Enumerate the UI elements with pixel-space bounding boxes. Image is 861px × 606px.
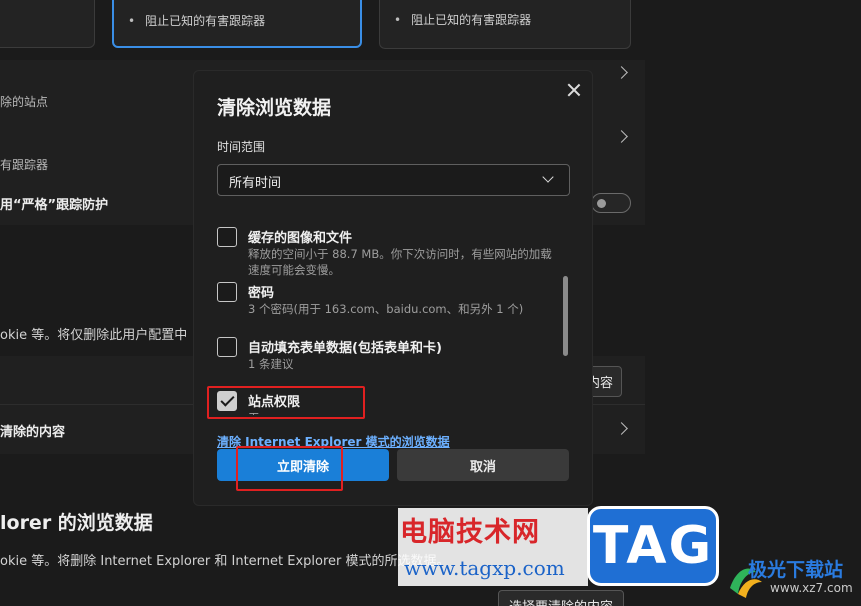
strict-protection-toggle[interactable] xyxy=(591,193,631,213)
tracking-card-text: 阻止已知的有害跟踪器 xyxy=(394,11,531,28)
option-title: 自动填充表单数据(包括表单和卡) xyxy=(248,341,442,356)
ie-section-title: lorer 的浏览数据 xyxy=(0,512,153,534)
watermark-aurora-url: www.xz7.com xyxy=(770,581,853,595)
time-range-value: 所有时间 xyxy=(229,176,282,191)
highlight-site-permissions xyxy=(207,386,365,419)
checkbox-passwords[interactable] xyxy=(217,282,237,302)
option-description: 3 个密码(用于 163.com、baidu.com、和另外 1 个) xyxy=(248,302,524,316)
option-title: 缓存的图像和文件 xyxy=(248,231,353,246)
option-description: 1 条建议 xyxy=(248,357,294,371)
cancel-label: 取消 xyxy=(469,459,496,475)
strict-protection-text: 用“严格”跟踪防护 xyxy=(0,198,109,213)
checkbox-cached-images[interactable] xyxy=(217,227,237,247)
watermark-site-name: 电脑技术网 xyxy=(400,517,540,548)
tag-logo: TAG xyxy=(587,506,719,586)
blocked-sites-text: 除的站点 xyxy=(0,95,49,109)
close-icon[interactable] xyxy=(564,80,584,100)
tracking-card-balanced[interactable]: 阻止已知的有害跟踪器 xyxy=(112,0,362,48)
highlight-clear-now xyxy=(236,446,343,491)
tracking-card-strict[interactable]: 阻止已知的有害跟踪器 xyxy=(379,0,631,49)
option-description: 释放的空间小于 88.7 MB。你下次访问时，有些网站的加载速度可能会变慢。 xyxy=(248,247,552,277)
trackers-text: 有跟踪器 xyxy=(0,158,49,172)
clear-browsing-data-dialog: 清除浏览数据 时间范围 所有时间 缓存的图像和文件 释放的空间小于 88.7 M… xyxy=(193,70,593,506)
checkbox-autofill[interactable] xyxy=(217,337,237,357)
watermark-url: www.tagxp.com xyxy=(404,556,565,580)
dialog-scrollbar[interactable] xyxy=(563,276,568,356)
chevron-down-icon xyxy=(542,171,554,183)
time-range-label: 时间范围 xyxy=(217,140,266,154)
cancel-button[interactable]: 取消 xyxy=(397,449,569,481)
choose-ie-content-button[interactable]: 选择要清除的内容 xyxy=(498,590,625,606)
tracking-card-text: 阻止已知的有害跟踪器 xyxy=(128,12,265,29)
watermark-aurora-name: 极光下载站 xyxy=(748,559,844,581)
cookie-description: okie 等。将仅删除此用户配置中 xyxy=(0,328,188,343)
time-range-select[interactable]: 所有时间 xyxy=(217,164,570,196)
dialog-title: 清除浏览数据 xyxy=(217,97,332,119)
clear-on-close-row[interactable]: 清除的内容 xyxy=(0,421,65,440)
ie-section-description: okie 等。将删除 Internet Explorer 和 Internet … xyxy=(0,554,450,569)
tracking-card-basic[interactable] xyxy=(0,0,95,48)
option-title: 密码 xyxy=(248,286,275,301)
